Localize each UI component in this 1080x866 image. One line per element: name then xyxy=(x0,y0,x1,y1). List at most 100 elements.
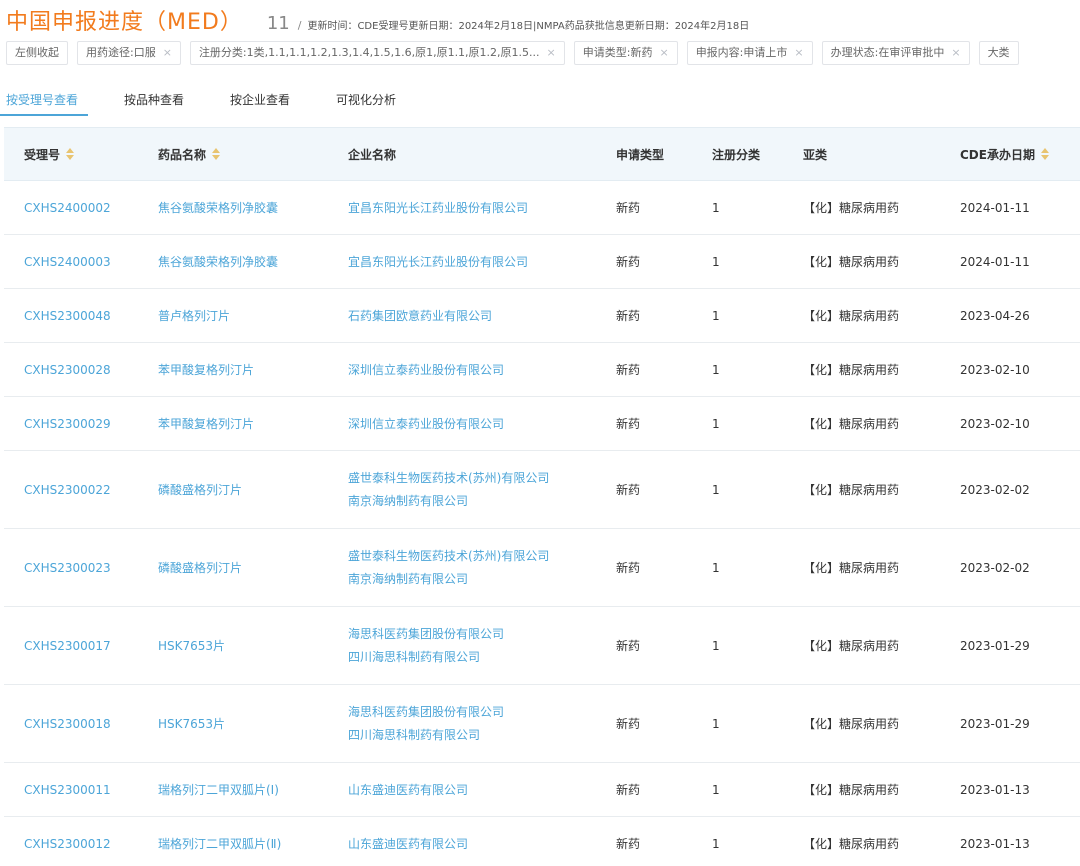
sort-icon[interactable] xyxy=(66,148,75,160)
update-info: 更新时间：CDE受理号更新日期：2024年2月18日|NMPA药品获批信息更新日… xyxy=(307,21,750,32)
table-row: CXHS2300029 苯甲酸复格列汀片 深圳信立泰药业股份有限公司 新药 1 【化】糖尿… xyxy=(4,397,1080,451)
filter-chip-overflow[interactable]: 大类 xyxy=(978,41,1019,65)
tab-visual-analysis[interactable]: 可视化分析 xyxy=(336,90,396,116)
company-link[interactable]: 宜昌东阳光长江药业股份有限公司 xyxy=(348,254,528,270)
registration-class: 1 xyxy=(712,482,720,497)
table-row: CXHS2300011 瑞格列汀二甲双胍片(Ⅰ) 山东盛迪医药有限公司 新药 1 【化】糖… xyxy=(4,763,1080,817)
filter-chip-route[interactable]: 用药途径:口服 × xyxy=(77,41,181,65)
column-header-label: 企业名称 xyxy=(348,147,397,162)
column-header-reg-class: 注册分类 xyxy=(693,128,789,180)
drug-name-link[interactable]: 苯甲酸复格列汀片 xyxy=(138,343,329,396)
application-type: 新药 xyxy=(616,561,641,575)
table-row: CXHS2400002 焦谷氨酸荣格列净胶囊 宜昌东阳光长江药业股份有限公司 新药 1 【… xyxy=(4,181,1080,235)
company-link[interactable]: 石药集团欧意药业有限公司 xyxy=(348,308,492,324)
acceptance-no-link[interactable]: CXHS2300017 xyxy=(4,607,138,684)
drug-name-link[interactable]: 磷酸盛格列汀片 xyxy=(138,451,329,528)
result-count: 11 xyxy=(266,13,290,34)
registration-class: 1 xyxy=(712,716,720,731)
collapse-sidebar-label: 左侧收起 xyxy=(15,46,59,59)
column-header-cde-date[interactable]: CDE承办日期 xyxy=(942,128,1080,180)
application-type: 新药 xyxy=(616,717,641,731)
company-link[interactable]: 深圳信立泰药业股份有限公司 xyxy=(348,416,504,432)
filter-chip-label: 申请类型:新药 xyxy=(582,46,653,59)
application-type: 新药 xyxy=(616,417,641,431)
acceptance-no-link[interactable]: CXHS2400002 xyxy=(4,181,138,234)
drug-name-link[interactable]: 苯甲酸复格列汀片 xyxy=(138,397,329,450)
drug-name-link[interactable]: HSK7653片 xyxy=(138,685,329,762)
drug-name-link[interactable]: 焦谷氨酸荣格列净胶囊 xyxy=(138,235,329,288)
tab-by-drug[interactable]: 按品种查看 xyxy=(124,90,184,116)
application-type: 新药 xyxy=(616,309,641,323)
column-header-label: 受理号 xyxy=(24,147,61,162)
registration-class: 1 xyxy=(712,200,720,215)
company-link[interactable]: 山东盛迪医药有限公司 xyxy=(348,782,468,798)
cde-date: 2023-01-13 xyxy=(960,782,1030,797)
column-header-drug-name[interactable]: 药品名称 xyxy=(138,128,329,180)
drug-name-link[interactable]: 磷酸盛格列汀片 xyxy=(138,529,329,606)
company-link[interactable]: 深圳信立泰药业股份有限公司 xyxy=(348,362,504,378)
subclass: 【化】糖尿病用药 xyxy=(803,483,900,497)
filter-bar: 左侧收起 用药途径:口服 × 注册分类:1类,1.1,1.1,1.2,1.3,1… xyxy=(6,41,1019,65)
acceptance-no-link[interactable]: CXHS2300029 xyxy=(4,397,138,450)
company-link[interactable]: 山东盛迪医药有限公司 xyxy=(348,836,468,852)
application-type: 新药 xyxy=(616,201,641,215)
company-cell: 深圳信立泰药业股份有限公司 xyxy=(329,397,597,450)
column-header-app-type: 申请类型 xyxy=(597,128,693,180)
close-icon[interactable]: × xyxy=(794,42,803,64)
column-header-acceptance-no[interactable]: 受理号 xyxy=(4,128,138,180)
filter-chip-status[interactable]: 办理状态:在审评审批中 × xyxy=(821,41,970,65)
company-link[interactable]: 海思科医药集团股份有限公司 xyxy=(348,704,504,720)
drug-name-link[interactable]: 焦谷氨酸荣格列净胶囊 xyxy=(138,181,329,234)
acceptance-no-link[interactable]: CXHS2300012 xyxy=(4,817,138,866)
sort-icon[interactable] xyxy=(212,148,221,160)
close-icon[interactable]: × xyxy=(547,42,556,64)
company-link[interactable]: 宜昌东阳光长江药业股份有限公司 xyxy=(348,200,528,216)
filter-chip-content[interactable]: 申报内容:申请上市 × xyxy=(686,41,813,65)
acceptance-no-link[interactable]: CXHS2300028 xyxy=(4,343,138,396)
close-icon[interactable]: × xyxy=(951,42,960,64)
filter-chip-label: 大类 xyxy=(987,46,1010,59)
company-link[interactable]: 四川海思科制药有限公司 xyxy=(348,727,504,743)
drug-name-link[interactable]: 瑞格列汀二甲双胍片(Ⅰ) xyxy=(138,763,329,816)
drug-name-link[interactable]: 普卢格列汀片 xyxy=(138,289,329,342)
page: 中国申报进度（MED） 11 / 更新时间：CDE受理号更新日期：2024年2月… xyxy=(0,0,1080,866)
subclass: 【化】糖尿病用药 xyxy=(803,639,900,653)
company-link[interactable]: 盛世泰科生物医药技术(苏州)有限公司 xyxy=(348,470,549,486)
company-list: 深圳信立泰药业股份有限公司 xyxy=(348,362,504,378)
tab-by-company[interactable]: 按企业查看 xyxy=(230,90,290,116)
acceptance-no-link[interactable]: CXHS2300048 xyxy=(4,289,138,342)
column-header-company: 企业名称 xyxy=(329,128,597,180)
drug-name-link[interactable]: 瑞格列汀二甲双胍片(Ⅱ) xyxy=(138,817,329,866)
acceptance-no-link[interactable]: CXHS2300023 xyxy=(4,529,138,606)
close-icon[interactable]: × xyxy=(659,42,668,64)
table-row: CXHS2300018 HSK7653片 海思科医药集团股份有限公司 四川海思科制药有… xyxy=(4,685,1080,763)
drug-name-link[interactable]: HSK7653片 xyxy=(138,607,329,684)
company-link[interactable]: 海思科医药集团股份有限公司 xyxy=(348,626,504,642)
column-header-subclass: 亚类 xyxy=(789,128,942,180)
company-link[interactable]: 南京海纳制药有限公司 xyxy=(348,493,549,509)
cde-date: 2023-02-10 xyxy=(960,416,1030,431)
filter-chip-app-type[interactable]: 申请类型:新药 × xyxy=(573,41,678,65)
application-type: 新药 xyxy=(616,255,641,269)
acceptance-no-link[interactable]: CXHS2400003 xyxy=(4,235,138,288)
cde-date: 2023-02-10 xyxy=(960,362,1030,377)
company-list: 山东盛迪医药有限公司 xyxy=(348,782,468,798)
subclass: 【化】糖尿病用药 xyxy=(803,255,900,269)
application-type: 新药 xyxy=(616,363,641,377)
sort-icon[interactable] xyxy=(1040,148,1049,160)
acceptance-no-link[interactable]: CXHS2300011 xyxy=(4,763,138,816)
company-link[interactable]: 盛世泰科生物医药技术(苏州)有限公司 xyxy=(348,548,549,564)
company-link[interactable]: 四川海思科制药有限公司 xyxy=(348,649,504,665)
filter-chip-reg-class[interactable]: 注册分类:1类,1.1,1.1,1.2,1.3,1.4,1.5,1.6,原1,原… xyxy=(189,41,565,65)
company-link[interactable]: 南京海纳制药有限公司 xyxy=(348,571,549,587)
tab-by-acceptance-no[interactable]: 按受理号查看 xyxy=(0,90,89,116)
acceptance-no-link[interactable]: CXHS2300022 xyxy=(4,451,138,528)
header-separator: / xyxy=(297,19,302,32)
company-cell: 石药集团欧意药业有限公司 xyxy=(329,289,597,342)
cde-date: 2023-04-26 xyxy=(960,308,1030,323)
close-icon[interactable]: × xyxy=(163,42,172,64)
page-title: 中国申报进度（MED） xyxy=(6,10,243,35)
cde-date: 2023-02-02 xyxy=(960,560,1030,575)
acceptance-no-link[interactable]: CXHS2300018 xyxy=(4,685,138,762)
collapse-sidebar-button[interactable]: 左侧收起 xyxy=(6,41,68,65)
